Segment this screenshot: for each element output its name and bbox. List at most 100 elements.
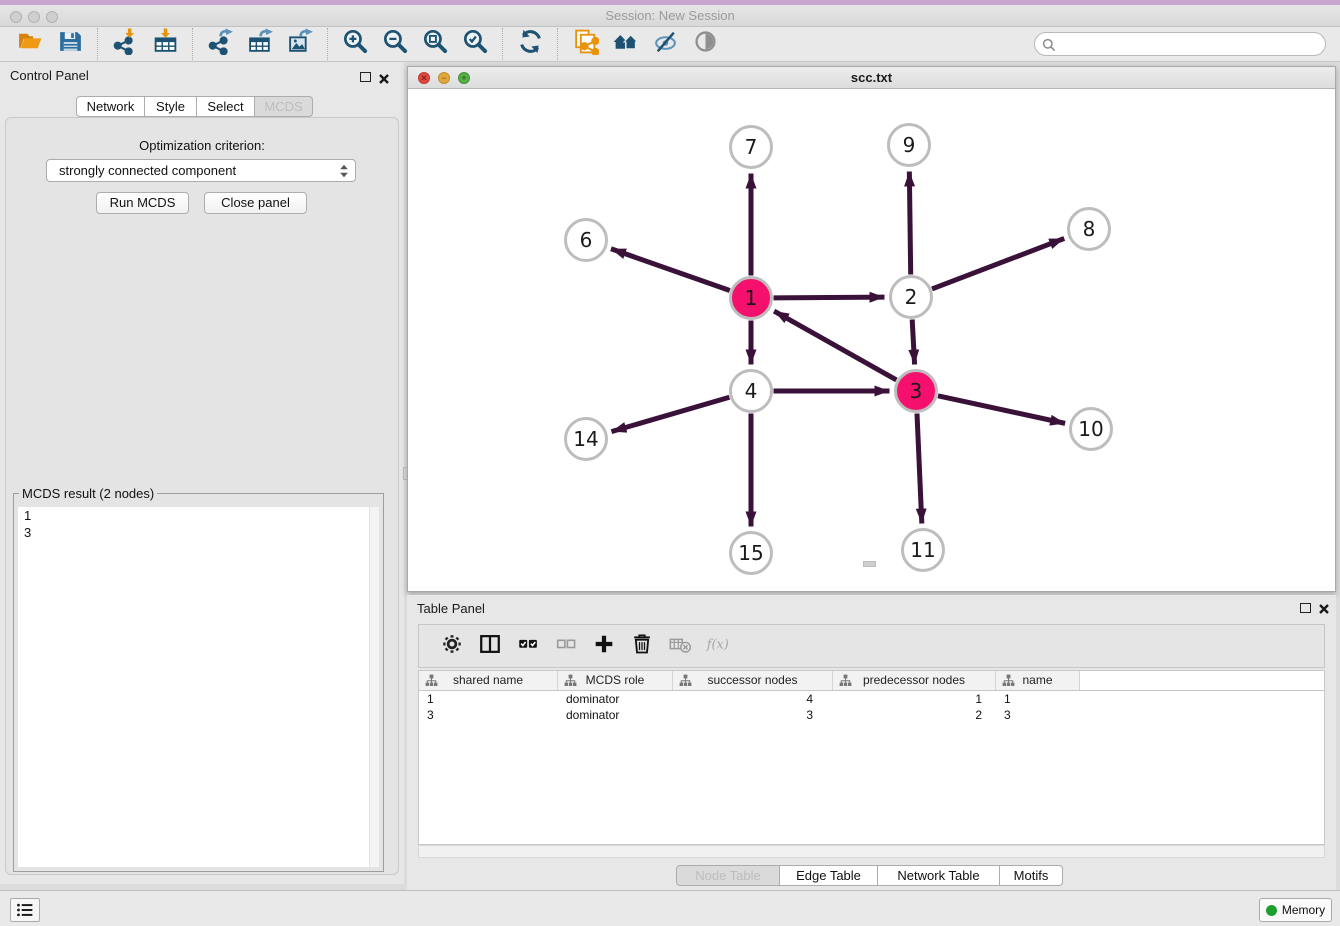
graph-node-10[interactable]: 10 [1071,409,1112,450]
optimization-criterion-select[interactable]: strongly connected component [46,159,356,182]
column-layout-button[interactable] [471,628,509,664]
function-builder-button[interactable]: f(x) [699,628,737,664]
float-panel-icon[interactable] [360,72,371,82]
table-cell: 4 [673,691,833,707]
table-float-panel-icon[interactable] [1300,603,1311,613]
graph-node-6[interactable]: 6 [566,220,607,261]
svg-text:f(x): f(x) [706,637,729,652]
delete-table-icon [668,632,692,661]
table-settings-gear-icon [440,632,464,661]
table-row[interactable]: 1dominator411 [419,691,1324,707]
hide-panel-button[interactable] [645,28,685,60]
table-cell: dominator [558,707,673,723]
save-session-button[interactable] [50,28,90,60]
graph-edge-3-1[interactable] [774,311,896,380]
graph-node-11[interactable]: 11 [903,530,944,571]
tab-motifs[interactable]: Motifs [1000,865,1063,886]
svg-text:11: 11 [910,538,935,562]
run-mcds-button[interactable]: Run MCDS [96,192,189,214]
search-box[interactable] [1034,32,1326,56]
column-header-name[interactable]: name [996,671,1080,690]
graph-node-3[interactable]: 3 [896,371,937,412]
network-canvas[interactable]: 7 9 6 8 1 2 4 3 14 10 15 11 [408,89,1335,591]
graph-node-1[interactable]: 1 [731,278,772,319]
graph-edge-2-8[interactable] [932,238,1064,289]
export-table-icon [247,28,274,60]
zoom-fit-button[interactable] [415,28,455,60]
table-cell: 3 [419,707,558,723]
header-filler [1080,671,1324,690]
import-table-button[interactable] [145,28,185,60]
graph-node-14[interactable]: 14 [566,419,607,460]
select-stepper-icon [338,163,350,179]
export-network-icon [207,28,234,60]
memory-label: Memory [1282,903,1325,917]
table-hscrollbar[interactable] [418,845,1325,858]
delete-table-button[interactable] [661,628,699,664]
tab-network[interactable]: Network [76,96,145,117]
close-panel-button[interactable]: Close panel [204,192,307,214]
column-header-MCDS-role[interactable]: MCDS role [558,671,673,690]
table-panel-title: Table Panel [417,601,485,616]
mcds-result-line: 3 [18,524,379,541]
graph-node-8[interactable]: 8 [1069,209,1110,250]
table-cell: 1 [419,691,558,707]
zoom-in-button[interactable] [335,28,375,60]
graph-node-9[interactable]: 9 [889,125,930,166]
graph-node-15[interactable]: 15 [731,533,772,574]
tab-select[interactable]: Select [197,96,255,117]
task-history-button[interactable] [10,898,40,922]
graph-edge-1-6[interactable] [611,249,730,291]
tab-edge-table[interactable]: Edge Table [780,865,878,886]
export-image-button[interactable] [280,28,320,60]
svg-text:4: 4 [745,379,758,403]
tab-node-table[interactable]: Node Table [676,865,780,886]
memory-button[interactable]: Memory [1259,898,1332,922]
graph-edge-4-14[interactable] [611,397,729,431]
mcds-result-textarea[interactable]: 13 [18,507,379,867]
refresh-layout-button[interactable] [510,28,550,60]
tab-mcds[interactable]: MCDS [255,96,313,117]
show-panel-button[interactable] [685,28,725,60]
svg-text:1: 1 [745,286,758,310]
delete-column-button[interactable] [623,628,661,664]
table-close-panel-icon[interactable] [1318,602,1330,614]
graph-edge-3-10[interactable] [938,396,1065,424]
table-cell: 3 [996,707,1080,723]
graph-edge-2-9[interactable] [909,171,910,274]
graph-node-2[interactable]: 2 [891,277,932,318]
graph-edge-1-2[interactable] [773,297,884,298]
mcds-tab-content: Optimization criterion: strongly connect… [5,117,399,875]
column-header-predecessor-nodes[interactable]: predecessor nodes [833,671,996,690]
table-row[interactable]: 3dominator323 [419,707,1324,723]
tab-network-table[interactable]: Network Table [878,865,1000,886]
duplicate-network-button[interactable] [565,28,605,60]
zoom-selected-button[interactable] [455,28,495,60]
search-input[interactable] [1061,34,1319,54]
network-scrollbar-grip[interactable] [863,561,876,567]
open-session-icon [17,28,44,60]
svg-text:14: 14 [573,427,598,451]
graph-edge-3-11[interactable] [917,413,922,523]
import-network-button[interactable] [105,28,145,60]
select-all-rows-button[interactable] [509,628,547,664]
toolbar-separator [97,28,98,60]
deselect-all-rows-button[interactable] [547,628,585,664]
open-session-button[interactable] [10,28,50,60]
export-network-button[interactable] [200,28,240,60]
graph-node-7[interactable]: 7 [731,127,772,168]
graph-node-4[interactable]: 4 [731,371,772,412]
column-header-shared-name[interactable]: shared name [419,671,558,690]
zoom-out-icon [382,28,409,60]
zoom-out-button[interactable] [375,28,415,60]
add-column-button[interactable] [585,628,623,664]
result-scrollbar[interactable] [369,507,379,867]
close-panel-icon[interactable] [378,72,390,84]
table-settings-gear-button[interactable] [433,628,471,664]
tab-style[interactable]: Style [145,96,197,117]
column-header-successor-nodes[interactable]: successor nodes [673,671,833,690]
graph-edge-2-3[interactable] [912,319,914,364]
export-table-button[interactable] [240,28,280,60]
table-cell: 3 [673,707,833,723]
home-layout-button[interactable] [605,28,645,60]
